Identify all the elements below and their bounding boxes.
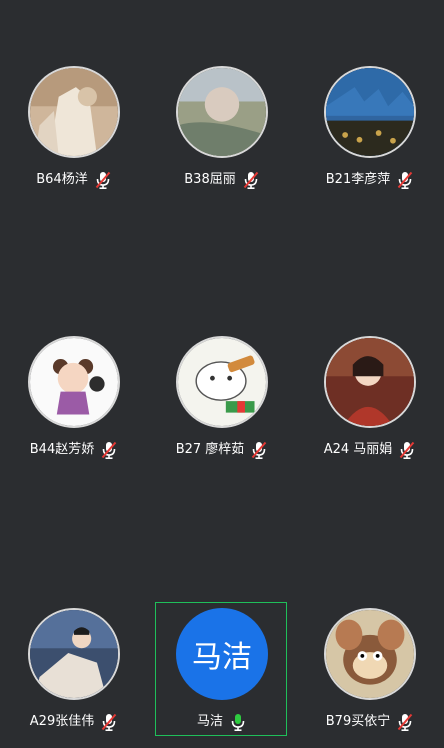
participant-tile[interactable]: B38屈丽 bbox=[148, 66, 296, 206]
participant-name: B79买依宁 bbox=[325, 714, 391, 729]
muted-mic-icon bbox=[397, 713, 413, 732]
participant-label: B27 廖梓茹 bbox=[148, 439, 296, 461]
participant-name: B44赵芳娇 bbox=[29, 442, 95, 457]
participant-name: A24 马丽娟 bbox=[323, 442, 393, 457]
muted-mic-icon bbox=[95, 171, 110, 190]
muted-mic-icon bbox=[101, 441, 117, 460]
participant-tile[interactable]: B21李彦萍 bbox=[296, 66, 444, 206]
participant-label: B44赵芳娇 bbox=[0, 439, 148, 461]
participant-name: 马洁 bbox=[196, 714, 223, 729]
participant-label: B21李彦萍 bbox=[296, 169, 444, 191]
participant-name: B21李彦萍 bbox=[325, 172, 391, 187]
participant-avatar bbox=[28, 336, 120, 428]
muted-mic-icon bbox=[252, 441, 267, 460]
participant-text-avatar: 马洁 bbox=[176, 608, 268, 700]
participant-label: A29张佳伟 bbox=[0, 711, 148, 733]
muted-mic-icon bbox=[397, 171, 413, 190]
participant-avatar bbox=[176, 336, 268, 428]
participant-tile-active[interactable]: 马洁 马洁 bbox=[148, 608, 296, 748]
muted-mic-icon bbox=[101, 713, 117, 732]
participant-label: B38屈丽 bbox=[148, 169, 296, 191]
participant-avatar bbox=[28, 608, 120, 700]
participant-avatar bbox=[176, 66, 268, 158]
participant-tile[interactable]: B27 廖梓茹 bbox=[148, 336, 296, 476]
participants-grid: B64杨洋 B38屈丽 B21李彦萍 B44赵芳娇 B27 廖梓茹 A24 马丽… bbox=[0, 0, 444, 740]
participant-tile[interactable]: A29张佳伟 bbox=[0, 608, 148, 748]
participant-tile[interactable]: B64杨洋 bbox=[0, 66, 148, 206]
participant-name: A29张佳伟 bbox=[29, 714, 95, 729]
participant-tile[interactable]: B44赵芳娇 bbox=[0, 336, 148, 476]
participant-tile[interactable]: A24 马丽娟 bbox=[296, 336, 444, 476]
participant-label: B79买依宁 bbox=[296, 711, 444, 733]
participant-label: B64杨洋 bbox=[0, 169, 148, 191]
muted-mic-icon bbox=[400, 441, 415, 460]
participant-name: B38屈丽 bbox=[184, 172, 236, 187]
participant-label: A24 马丽娟 bbox=[296, 439, 444, 461]
participant-avatar bbox=[28, 66, 120, 158]
participant-label: 马洁 bbox=[148, 711, 296, 733]
participant-name: B64杨洋 bbox=[36, 172, 88, 187]
muted-mic-icon bbox=[243, 171, 258, 190]
active-mic-icon bbox=[231, 714, 245, 732]
participant-tile[interactable]: B79买依宁 bbox=[296, 608, 444, 748]
participant-name: B27 廖梓茹 bbox=[175, 442, 245, 457]
participant-avatar bbox=[324, 66, 416, 158]
participant-avatar bbox=[324, 608, 416, 700]
participant-avatar bbox=[324, 336, 416, 428]
